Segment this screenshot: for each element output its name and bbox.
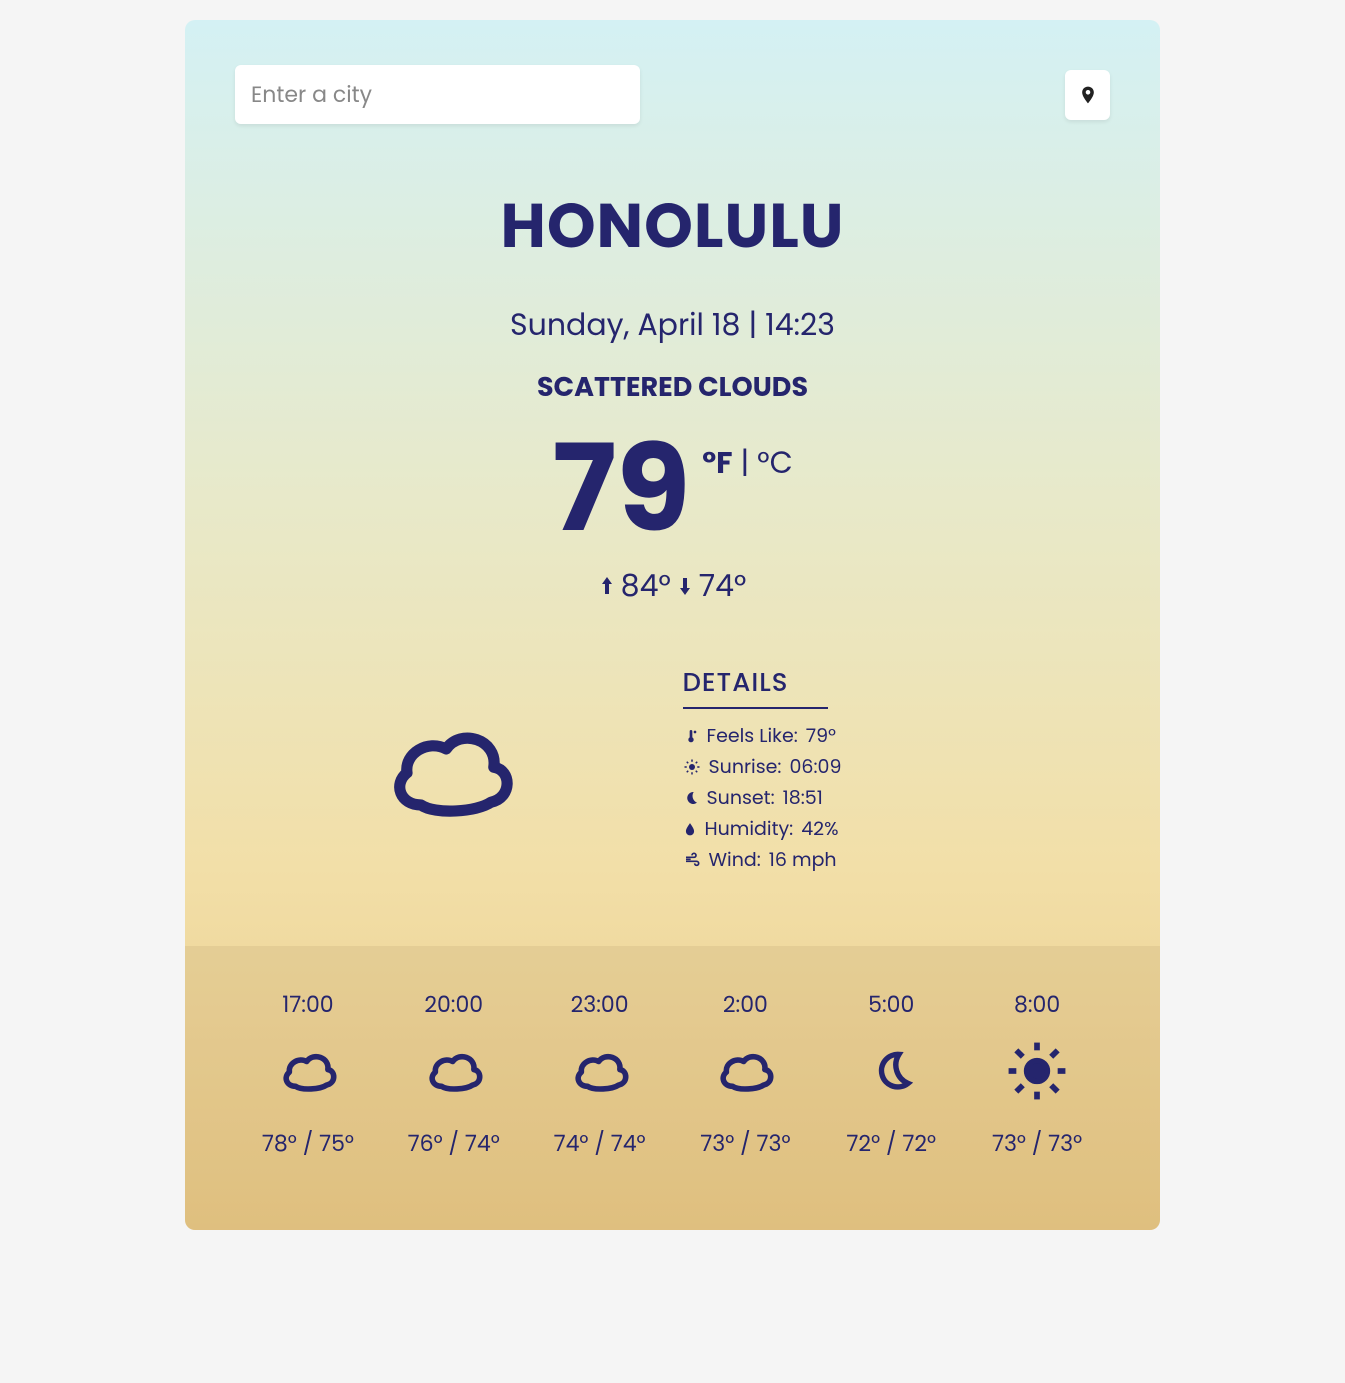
sunrise-icon <box>683 758 701 776</box>
hourly-forecast: 17:00 78° / 75° 20:00 76° / 74° 23:00 74° / 7… <box>185 946 1160 1230</box>
forecast-item: 5:00 72° / 72° <box>818 988 964 1160</box>
city-search-input[interactable] <box>235 65 640 124</box>
detail-sunrise: Sunrise: 06:09 <box>683 752 1111 781</box>
cloud-icon <box>423 1043 485 1099</box>
sun-icon <box>1006 1043 1068 1099</box>
forecast-high: 78° <box>262 1128 297 1159</box>
details-section: DETAILS Feels Like: 79° Sunrise: 06:09 <box>185 664 1160 876</box>
forecast-time: 2:00 <box>723 988 768 1021</box>
forecast-low: 73° <box>1048 1128 1082 1159</box>
forecast-high: 73° <box>992 1128 1026 1159</box>
current-location-button[interactable] <box>1065 70 1110 120</box>
details-heading: DETAILS <box>683 664 829 709</box>
forecast-high: 73° <box>700 1128 734 1159</box>
forecast-low: 75° <box>319 1128 354 1159</box>
sunset-label: Sunset: <box>707 783 775 812</box>
cloud-icon <box>277 1043 339 1099</box>
humidity-value: 42% <box>801 814 838 843</box>
humidity-label: Humidity: <box>705 814 794 843</box>
detail-feels-like: Feels Like: 79° <box>683 721 1111 750</box>
unit-separator: | <box>733 441 758 484</box>
current-temperature: 79 <box>552 428 690 548</box>
city-name: HONOLULU <box>185 179 1160 272</box>
forecast-item: 17:00 78° / 75° <box>235 988 381 1160</box>
forecast-high: 74° <box>554 1128 589 1159</box>
temperature-row: 79 °F | °C <box>185 428 1160 548</box>
sunset-value: 18:51 <box>783 783 823 812</box>
forecast-temps: 73° / 73° <box>992 1127 1082 1160</box>
date-time: Sunday, April 18 | 14:23 <box>185 302 1160 348</box>
unit-toggle: °F | °C <box>702 440 793 486</box>
thermometer-icon <box>683 727 699 745</box>
forecast-temps: 76° / 74° <box>408 1127 500 1160</box>
detail-humidity: Humidity: 42% <box>683 814 1111 843</box>
detail-sunset: Sunset: 18:51 <box>683 783 1111 812</box>
sunset-icon <box>683 790 699 806</box>
wind-value: 16 mph <box>769 845 837 874</box>
detail-wind: Wind: 16 mph <box>683 845 1111 874</box>
cloud-icon <box>569 1043 631 1099</box>
forecast-low: 74° <box>611 1128 646 1159</box>
forecast-time: 5:00 <box>868 988 914 1021</box>
forecast-time: 17:00 <box>282 988 333 1021</box>
condition-icon-large <box>235 664 663 876</box>
forecast-high: 76° <box>408 1128 443 1159</box>
forecast-item: 20:00 76° / 74° <box>381 988 527 1160</box>
forecast-low: 74° <box>465 1128 500 1159</box>
moon-icon <box>870 1043 913 1099</box>
wind-label: Wind: <box>709 845 761 874</box>
forecast-time: 8:00 <box>1014 988 1060 1021</box>
wind-icon <box>683 852 701 868</box>
forecast-temps: 74° / 74° <box>554 1127 646 1160</box>
feels-like-label: Feels Like: <box>707 721 798 750</box>
low-temperature: 74° <box>699 563 747 609</box>
high-temperature: 84° <box>621 563 671 609</box>
arrow-down-icon <box>677 574 693 598</box>
unit-celsius[interactable]: °C <box>757 441 792 484</box>
search-row <box>185 20 1160 124</box>
forecast-low: 72° <box>902 1128 936 1159</box>
forecast-high: 72° <box>846 1128 880 1159</box>
forecast-temps: 78° / 75° <box>262 1127 354 1160</box>
forecast-temps: 72° / 72° <box>846 1127 936 1160</box>
location-pin-icon <box>1078 83 1098 107</box>
unit-fahrenheit[interactable]: °F <box>702 441 732 484</box>
forecast-time: 20:00 <box>424 988 483 1021</box>
arrow-up-icon <box>599 574 615 598</box>
forecast-item: 2:00 73° / 73° <box>672 988 818 1160</box>
details-panel: DETAILS Feels Like: 79° Sunrise: 06:09 <box>663 664 1111 876</box>
feels-like-value: 79° <box>806 721 836 750</box>
cloud-icon <box>714 1043 776 1099</box>
sunrise-label: Sunrise: <box>709 752 782 781</box>
droplet-icon <box>683 820 697 838</box>
weather-condition: SCATTERED CLOUDS <box>185 368 1160 408</box>
weather-app: HONOLULU Sunday, April 18 | 14:23 SCATTE… <box>185 20 1160 1230</box>
forecast-low: 73° <box>757 1128 791 1159</box>
sunrise-value: 06:09 <box>789 752 841 781</box>
forecast-time: 23:00 <box>571 988 629 1021</box>
forecast-temps: 73° / 73° <box>700 1127 790 1160</box>
search-group <box>235 65 640 124</box>
forecast-item: 8:00 73° / 73° <box>964 988 1110 1160</box>
forecast-item: 23:00 74° / 74° <box>527 988 673 1160</box>
